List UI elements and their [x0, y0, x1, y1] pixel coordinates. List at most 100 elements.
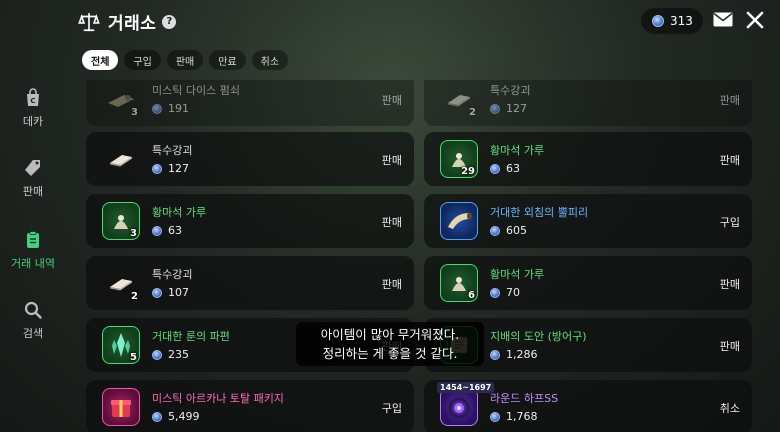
item-price: 605 — [490, 224, 527, 237]
dice-key-icon — [108, 95, 134, 107]
mail-icon[interactable] — [713, 12, 733, 27]
item-price: 63 — [152, 224, 182, 237]
list-item[interactable]: 특수강괴 127 판매 — [86, 132, 414, 186]
list-item[interactable]: 1454~1697 라운드 하프SS 1,768 취소 — [424, 380, 752, 432]
tab-all[interactable]: 전체 — [82, 50, 119, 70]
list-item[interactable]: 미스틱 아르카나 토탈 패키지 5,499 구입 — [86, 380, 414, 432]
transaction-type: 취소 — [719, 402, 740, 415]
list-item[interactable]: 6 황마석 가루 70 판매 — [424, 256, 752, 310]
item-price: 107 — [152, 286, 189, 299]
help-icon[interactable]: ? — [162, 14, 177, 29]
item-price: 1,286 — [490, 348, 538, 361]
item-thumbnail: 3 — [102, 80, 140, 118]
horn-icon — [448, 212, 472, 229]
item-name: 특수강괴 — [152, 144, 193, 157]
coin-icon — [152, 349, 162, 360]
scale-icon — [78, 12, 100, 31]
list-item[interactable]: 29 황마석 가루 63 판매 — [424, 132, 752, 186]
coin-icon — [652, 15, 664, 27]
coin-icon — [490, 103, 500, 114]
item-thumbnail — [102, 388, 140, 426]
harp-icon — [448, 397, 470, 419]
transaction-type: 판매 — [719, 340, 740, 353]
list-item[interactable]: 2 특수강괴 107 판매 — [86, 256, 414, 310]
item-thumbnail: 6 — [440, 264, 478, 302]
list-item[interactable]: 거대한 외침의 뿔피리 605 구입 — [424, 194, 752, 248]
transaction-type: 판매 — [381, 278, 402, 291]
sidebar-item-label: 판매 — [22, 185, 44, 198]
coin-icon — [490, 349, 500, 360]
currency-amount: 313 — [670, 14, 693, 28]
inventory-weight-toast: 아이템이 많아 무거워졌다. 정리하는 게 좋을 것 같다. — [296, 322, 484, 366]
item-thumbnail: 1454~1697 — [437, 382, 495, 426]
list-item[interactable]: 3 황마석 가루 63 판매 — [86, 194, 414, 248]
sidebar-item-label: 거래 내역 — [11, 257, 55, 270]
item-thumbnail — [440, 202, 478, 240]
currency-balance: 313 — [641, 8, 703, 34]
item-thumbnail: 2 — [102, 264, 140, 302]
transaction-type: 판매 — [381, 154, 402, 167]
item-price: 127 — [490, 102, 527, 115]
item-thumbnail — [102, 140, 140, 178]
sidebar-item-history[interactable]: 거래 내역 — [0, 230, 66, 271]
tab-buy[interactable]: 구입 — [124, 50, 161, 70]
item-price: 191 — [152, 102, 189, 115]
filter-tabs: 전체 구입 판매 만료 취소 — [82, 50, 289, 70]
close-icon[interactable] — [746, 11, 764, 29]
item-name: 거대한 외침의 뿔피리 — [490, 206, 589, 219]
item-thumbnail: 5 — [102, 326, 140, 364]
stat-range-badge: 1454~1697 — [437, 382, 495, 393]
toast-line-2: 정리하는 게 좋을 것 같다. — [322, 346, 458, 361]
transaction-type: 판매 — [381, 94, 402, 107]
ingot-icon — [110, 279, 132, 291]
item-name: 황마석 가루 — [490, 268, 545, 281]
toast-line-1: 아이템이 많아 무거워졌다. — [320, 327, 460, 342]
coin-icon — [490, 163, 500, 174]
sidebar-item-deka[interactable]: C 데카 — [0, 88, 66, 129]
transaction-type: 구입 — [719, 216, 740, 229]
transaction-type: 판매 — [381, 216, 402, 229]
search-icon — [24, 301, 42, 319]
sidebar-item-label: 데카 — [22, 115, 44, 128]
svg-text:C: C — [30, 97, 35, 105]
item-name: 특수강괴 — [152, 268, 193, 281]
item-name: 거대한 룬의 파편 — [152, 330, 230, 343]
tab-sell[interactable]: 판매 — [166, 50, 204, 70]
coin-icon — [490, 411, 500, 422]
tab-cancelled[interactable]: 취소 — [251, 50, 289, 70]
item-price: 235 — [152, 348, 189, 361]
item-name: 특수강괴 — [490, 84, 531, 97]
item-price: 63 — [490, 162, 520, 175]
item-price: 5,499 — [152, 410, 200, 423]
transaction-type: 판매 — [719, 94, 740, 107]
tag-icon — [25, 160, 40, 176]
list-item[interactable]: 2 특수강괴 127 판매 — [424, 80, 752, 126]
tab-expired[interactable]: 만료 — [209, 50, 246, 70]
sidebar-item-search[interactable]: 검색 — [0, 300, 66, 341]
coin-icon — [152, 103, 162, 114]
transaction-type: 판매 — [719, 154, 740, 167]
item-thumbnail: 29 — [440, 140, 478, 178]
list-item[interactable]: 3 미스틱 다이스 펌쇠 191 판매 — [86, 80, 414, 126]
coin-icon — [152, 411, 162, 422]
gift-box-icon — [111, 400, 131, 417]
transaction-list[interactable]: 3 미스틱 다이스 펌쇠 191 판매 2 특수강괴 127 판매 특수강괴 1… — [86, 80, 752, 432]
coin-icon — [152, 163, 162, 174]
ingot-icon — [448, 95, 470, 107]
item-price: 127 — [152, 162, 189, 175]
item-name: 지배의 도안 (방어구) — [490, 330, 587, 343]
title-group: 거래소 ? — [78, 9, 177, 34]
item-price: 70 — [490, 286, 520, 299]
item-thumbnail: 2 — [440, 80, 478, 118]
header-bar: 거래소 ? 313 — [0, 0, 780, 44]
transaction-type: 구입 — [381, 402, 402, 415]
item-price: 1,768 — [490, 410, 538, 423]
item-name: 미스틱 아르카나 토탈 패키지 — [152, 392, 284, 405]
sidebar-item-label: 검색 — [22, 327, 44, 340]
coin-icon — [490, 225, 500, 236]
ingot-icon — [110, 155, 132, 167]
item-name: 황마석 가루 — [152, 206, 207, 219]
page-title: 거래소 — [108, 14, 157, 34]
coin-icon — [152, 225, 162, 236]
sidebar-item-sell[interactable]: 판매 — [0, 158, 66, 199]
